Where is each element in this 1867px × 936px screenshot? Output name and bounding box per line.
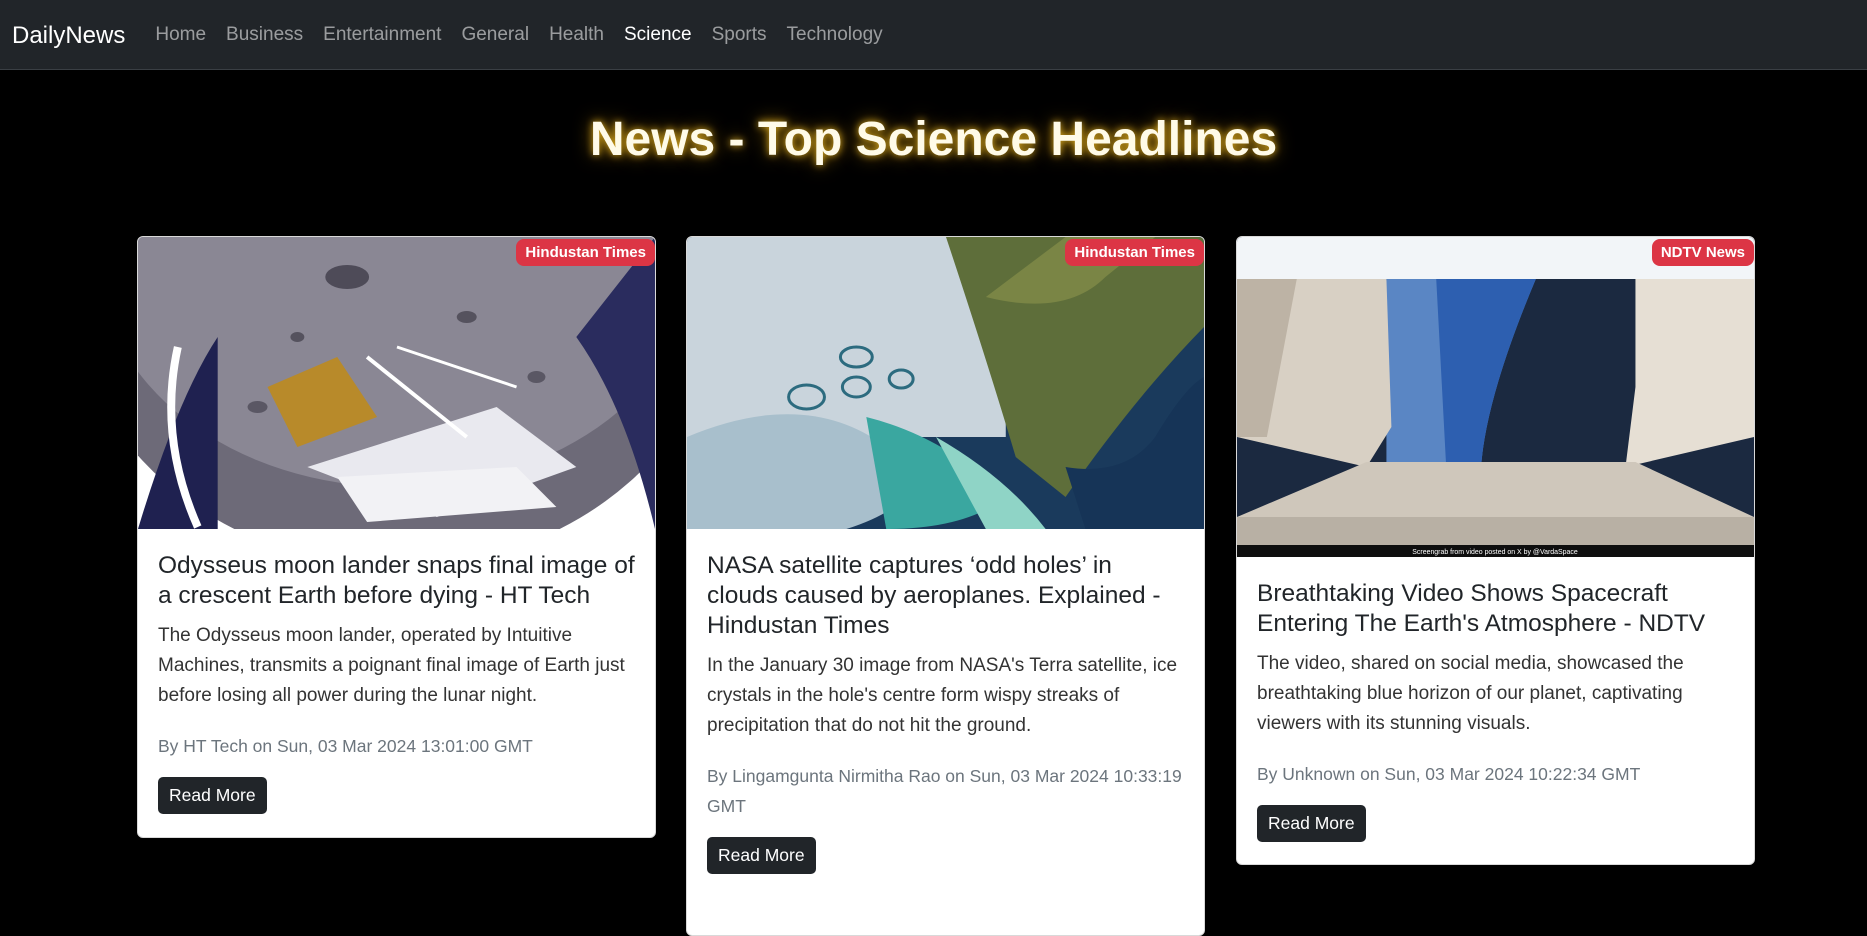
- nav-links: Home Business Entertainment General Heal…: [145, 24, 892, 46]
- card-description: The video, shared on social media, showc…: [1257, 653, 1684, 734]
- card-title: Odysseus moon lander snaps final image o…: [158, 552, 635, 609]
- card-byline: By Lingamgunta Nirmitha Rao on Sun, 03 M…: [707, 766, 1182, 816]
- nav-link-technology[interactable]: Technology: [777, 24, 893, 46]
- nav-link-health[interactable]: Health: [539, 24, 614, 46]
- read-more-button[interactable]: Read More: [1257, 805, 1366, 842]
- image-caption: Screengrab from video posted on X by @Va…: [1412, 549, 1578, 556]
- nav-link-science[interactable]: Science: [614, 24, 702, 46]
- card-body: NASA satellite captures ‘odd holes’ in c…: [687, 529, 1204, 874]
- page-title: News - Top Science Headlines: [589, 113, 1278, 166]
- card-byline: By Unknown on Sun, 03 Mar 2024 10:22:34 …: [1257, 764, 1641, 784]
- card-title: Breathtaking Video Shows Spacecraft Ente…: [1257, 580, 1706, 637]
- nav-link-home[interactable]: Home: [145, 24, 216, 46]
- card-title: NASA satellite captures ‘odd holes’ in c…: [707, 552, 1161, 639]
- nav-link-business[interactable]: Business: [216, 24, 313, 46]
- news-card: NDTV News Screengrab from video posted o…: [1236, 236, 1755, 865]
- card-description: In the January 30 image from NASA's Terr…: [707, 655, 1178, 736]
- card-description: The Odysseus moon lander, operated by In…: [158, 625, 625, 706]
- card-body: Odysseus moon lander snaps final image o…: [138, 529, 655, 814]
- source-badge: Hindustan Times: [1065, 239, 1204, 266]
- news-card: Hindustan Times NASA satellite captures …: [686, 236, 1205, 936]
- source-badge: Hindustan Times: [516, 239, 655, 266]
- brand-logo[interactable]: DailyNews: [12, 20, 125, 50]
- news-image-spacecraft-reentry: Screengrab from video posted on X by @Va…: [1237, 237, 1754, 557]
- navbar: DailyNews Home Business Entertainment Ge…: [0, 0, 1867, 70]
- news-image-moon-lander: [138, 237, 655, 529]
- nav-link-sports[interactable]: Sports: [702, 24, 777, 46]
- read-more-button[interactable]: Read More: [158, 777, 267, 814]
- read-more-button[interactable]: Read More: [707, 837, 816, 874]
- news-card: Hindustan Times Odysseus moon lander sna…: [137, 236, 656, 838]
- news-image-satellite-clouds: [687, 237, 1204, 529]
- source-badge: NDTV News: [1651, 239, 1754, 266]
- card-body: Breathtaking Video Shows Spacecraft Ente…: [1237, 557, 1754, 842]
- nav-link-general[interactable]: General: [451, 24, 539, 46]
- card-byline: By HT Tech on Sun, 03 Mar 2024 13:01:00 …: [158, 736, 533, 756]
- nav-link-entertainment[interactable]: Entertainment: [313, 24, 451, 46]
